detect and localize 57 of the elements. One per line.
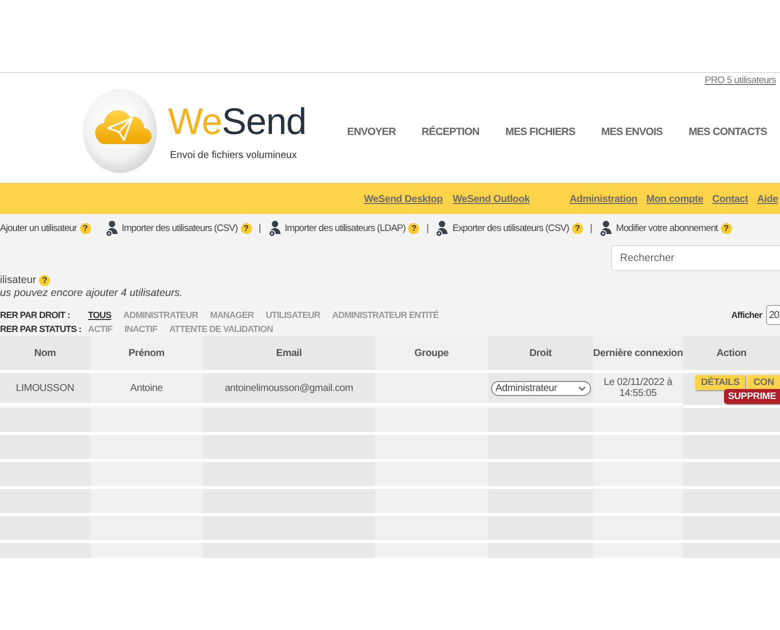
toolbar-link[interactable]: Ajouter un utilisateur (0, 222, 77, 234)
top-link[interactable]: WeSend Outlook (452, 194, 530, 204)
role-select[interactable]: Administrateur (490, 380, 590, 396)
toolbar-link[interactable]: Exporter des utilisateurs (CSV) (452, 222, 569, 234)
separator-text: | (590, 222, 592, 234)
table-cell: Antoine (90, 373, 203, 406)
table-cell: antoinelimousson@gmail.com (203, 373, 375, 406)
top-link[interactable]: Contact (712, 194, 748, 204)
help-icon[interactable]: ? (720, 222, 732, 234)
top-link[interactable]: Aide (757, 194, 778, 204)
help-icon[interactable]: ? (240, 222, 252, 234)
toolbar-link[interactable]: Modifier votre abonnement (616, 222, 718, 234)
table-cell: LIMOUSSON (0, 373, 90, 406)
logo-tagline: Envoi de fichiers volumineux (170, 150, 298, 160)
user-icon (104, 220, 119, 236)
brand-wordmark: WeSend (168, 102, 306, 142)
account-plan-link[interactable]: PRO 5 utilisateurs (704, 75, 776, 86)
column-header: Dernière connexion (593, 336, 683, 373)
help-icon[interactable]: ? (572, 222, 583, 234)
top-link[interactable]: Administration (570, 194, 638, 204)
user-icon (435, 220, 450, 236)
quota-note: us pouvez encore ajouter 4 utilisateurs. (0, 287, 184, 301)
page-size-label: Afficher (731, 310, 762, 320)
filter-label: RER PAR DROIT : (0, 310, 71, 320)
top-link[interactable]: WeSend Desktop (364, 194, 443, 204)
filter-option[interactable]: TOUS (88, 310, 112, 320)
column-header: Nom (0, 336, 90, 373)
column-header: Email (203, 336, 375, 373)
action-button[interactable]: DÉTAILS (694, 375, 746, 390)
separator-text: | (258, 222, 261, 234)
nav-link[interactable]: MES CONTACTS (688, 126, 767, 138)
toolbar-link[interactable]: Importer des utilisateurs (CSV) (122, 222, 238, 234)
column-header: Droit (488, 336, 593, 373)
filter-label: RER PAR STATUTS : (0, 324, 82, 334)
column-header: Groupe (375, 336, 488, 373)
nav-link[interactable]: ENVOYER (347, 126, 396, 138)
help-icon[interactable]: ? (39, 274, 50, 286)
user-icon (598, 220, 613, 236)
user-icon (268, 220, 282, 236)
nav-link[interactable]: MES FICHIERS (505, 126, 576, 138)
column-header: Prénom (90, 336, 203, 373)
section-title: ilisateur (0, 274, 36, 286)
help-icon[interactable]: ? (408, 222, 420, 234)
action-button[interactable]: SUPPRIME (724, 389, 780, 404)
caret-icon (578, 386, 586, 390)
help-icon[interactable]: ? (80, 222, 91, 234)
separator-text: | (426, 222, 428, 234)
table-cell: Le 02/11/2022 à 14:55:05 (593, 373, 683, 406)
column-header: Action (683, 336, 780, 373)
cloud-logo-icon (82, 88, 158, 174)
nav-link[interactable]: MES ENVOIS (601, 126, 663, 138)
action-button[interactable]: CON (747, 375, 780, 390)
top-link[interactable]: Mon compte (646, 194, 704, 204)
search-field[interactable]: Rechercher (611, 245, 780, 271)
nav-link[interactable]: RÉCEPTION (422, 126, 480, 138)
toolbar-link[interactable]: Importer des utilisateurs (LDAP) (284, 222, 406, 234)
page-size-select[interactable]: 20 (766, 305, 780, 325)
